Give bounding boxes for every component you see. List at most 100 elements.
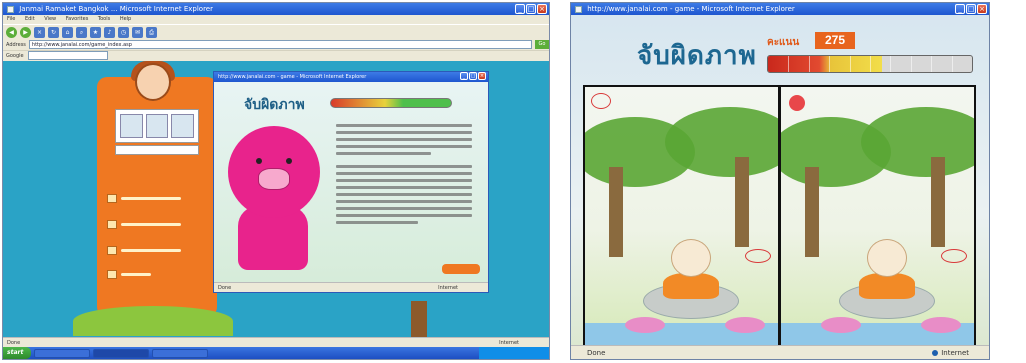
maximize-button[interactable]: □ bbox=[526, 4, 536, 14]
go-button[interactable]: Go bbox=[535, 40, 549, 49]
tree-trunk bbox=[609, 167, 623, 257]
monk-head bbox=[671, 239, 711, 277]
forward-icon[interactable]: ▶ bbox=[20, 26, 31, 38]
progress-fill bbox=[768, 56, 883, 72]
side-menu-item[interactable] bbox=[107, 191, 207, 205]
menu-tools[interactable]: Tools bbox=[98, 16, 110, 22]
menu-view[interactable]: View bbox=[44, 16, 56, 22]
menu-item-label bbox=[121, 272, 151, 276]
close-button[interactable]: × bbox=[977, 4, 987, 14]
popup-title-bar: http://www.janalai.com - game - Microsof… bbox=[214, 72, 488, 82]
browser-status-bar: Done Internet bbox=[3, 337, 549, 347]
spot-the-difference-game: จับผิดภาพ คะแนน 275 bbox=[571, 15, 989, 347]
ie-icon bbox=[7, 5, 14, 13]
game-title: จับผิดภาพ bbox=[637, 41, 757, 71]
browser-title-bar: Janmai Ramaket Bangkok ... Microsoft Int… bbox=[3, 3, 549, 15]
close-button[interactable]: × bbox=[478, 72, 486, 80]
menu-help[interactable]: Help bbox=[120, 16, 131, 22]
side-menu-item[interactable] bbox=[107, 243, 207, 257]
pig-eye bbox=[256, 158, 262, 164]
history-icon[interactable]: ◷ bbox=[118, 26, 129, 38]
photo-thumb[interactable] bbox=[145, 114, 169, 138]
flowers bbox=[725, 317, 765, 333]
minimize-button[interactable]: _ bbox=[515, 4, 525, 14]
progress-segment-divider bbox=[890, 56, 892, 72]
tree-trunk bbox=[735, 157, 749, 247]
side-menu-item[interactable] bbox=[107, 267, 207, 281]
windows-taskbar: start bbox=[3, 347, 549, 359]
browser-toolbar: ◀ ▶ × ↻ ⌂ ⌕ ★ ♪ ◷ ✉ ⎙ bbox=[3, 24, 549, 39]
taskbar-item[interactable] bbox=[34, 348, 90, 358]
picture-panel-right[interactable] bbox=[779, 85, 976, 347]
maximize-button[interactable]: □ bbox=[966, 4, 976, 14]
web-page: http://www.janalai.com - game - Microsof… bbox=[3, 61, 549, 340]
start-button[interactable]: start bbox=[3, 347, 31, 359]
menu-item-label bbox=[121, 196, 181, 200]
tree-trunk bbox=[931, 157, 945, 247]
favorites-icon[interactable]: ★ bbox=[90, 26, 101, 38]
next-button[interactable] bbox=[442, 264, 480, 274]
popup-content: จับผิดภาพ bbox=[214, 82, 488, 284]
menu-item-icon bbox=[107, 219, 117, 229]
menu-item-label bbox=[121, 248, 181, 252]
game-status-bar: Done Internet bbox=[571, 345, 989, 359]
progress-segment-divider bbox=[931, 56, 933, 72]
popup-status-text: Done bbox=[218, 285, 232, 291]
tree-trunk bbox=[805, 167, 819, 257]
found-difference-marker bbox=[789, 95, 805, 111]
side-menu-item[interactable] bbox=[107, 217, 207, 231]
pig-snout bbox=[258, 168, 290, 190]
picture-panel-left[interactable] bbox=[583, 85, 780, 347]
score-progress-bar bbox=[330, 98, 452, 108]
score-value: 275 bbox=[815, 32, 855, 49]
progress-segment-divider bbox=[870, 56, 871, 72]
zone-text: Internet bbox=[932, 346, 969, 359]
minimize-button[interactable]: _ bbox=[460, 72, 468, 80]
search-icon[interactable]: ⌕ bbox=[76, 26, 87, 38]
address-bar: Address http://www.janalai.com/game_inde… bbox=[3, 39, 549, 50]
flowers bbox=[921, 317, 961, 333]
menu-item-label bbox=[121, 222, 181, 226]
monk-head bbox=[867, 239, 907, 277]
popup-zone-text: Internet bbox=[438, 285, 458, 291]
game-window-title-bar: http://www.janalai.com - game - Microsof… bbox=[571, 3, 989, 15]
window-controls: _ □ × bbox=[955, 4, 987, 14]
menu-item-icon bbox=[107, 269, 117, 279]
popup-status-bar: Done Internet bbox=[214, 282, 488, 292]
close-button[interactable]: × bbox=[537, 4, 547, 14]
taskbar-item[interactable] bbox=[93, 348, 149, 358]
mail-icon[interactable]: ✉ bbox=[132, 26, 143, 38]
minimize-button[interactable]: _ bbox=[955, 4, 965, 14]
print-icon[interactable]: ⎙ bbox=[146, 26, 157, 38]
system-tray bbox=[479, 347, 549, 359]
grass-decoration bbox=[73, 306, 233, 336]
pig-eye bbox=[286, 158, 292, 164]
browser-title: Janmai Ramaket Bangkok ... Microsoft Int… bbox=[19, 5, 213, 13]
instructions-text bbox=[336, 124, 472, 224]
menu-edit[interactable]: Edit bbox=[25, 16, 35, 22]
flowers bbox=[625, 317, 665, 333]
back-icon[interactable]: ◀ bbox=[6, 26, 17, 38]
taskbar-item[interactable] bbox=[152, 348, 208, 358]
found-difference-marker bbox=[745, 249, 771, 263]
google-search-input[interactable] bbox=[27, 51, 108, 60]
photo-thumb[interactable] bbox=[171, 114, 195, 138]
photo-strip[interactable] bbox=[115, 109, 199, 143]
menu-favorites[interactable]: Favorites bbox=[66, 16, 89, 22]
media-icon[interactable]: ♪ bbox=[104, 26, 115, 38]
google-label: Google bbox=[6, 52, 24, 59]
google-toolbar: Google bbox=[3, 50, 549, 60]
home-icon[interactable]: ⌂ bbox=[62, 26, 73, 38]
maximize-button[interactable]: □ bbox=[469, 72, 477, 80]
menu-file[interactable]: File bbox=[7, 16, 15, 22]
refresh-icon[interactable]: ↻ bbox=[48, 26, 59, 38]
stop-icon[interactable]: × bbox=[34, 26, 45, 38]
progress-segment-divider bbox=[849, 56, 851, 72]
found-difference-marker bbox=[591, 93, 611, 109]
photo-thumb[interactable] bbox=[120, 114, 143, 138]
address-input[interactable]: http://www.janalai.com/game_index.asp bbox=[28, 40, 532, 49]
game-popup-window: http://www.janalai.com - game - Microsof… bbox=[213, 71, 489, 293]
status-text: Done bbox=[587, 349, 606, 357]
progress-segment-divider bbox=[808, 56, 810, 72]
right-screenshot: http://www.janalai.com - game - Microsof… bbox=[570, 2, 990, 360]
